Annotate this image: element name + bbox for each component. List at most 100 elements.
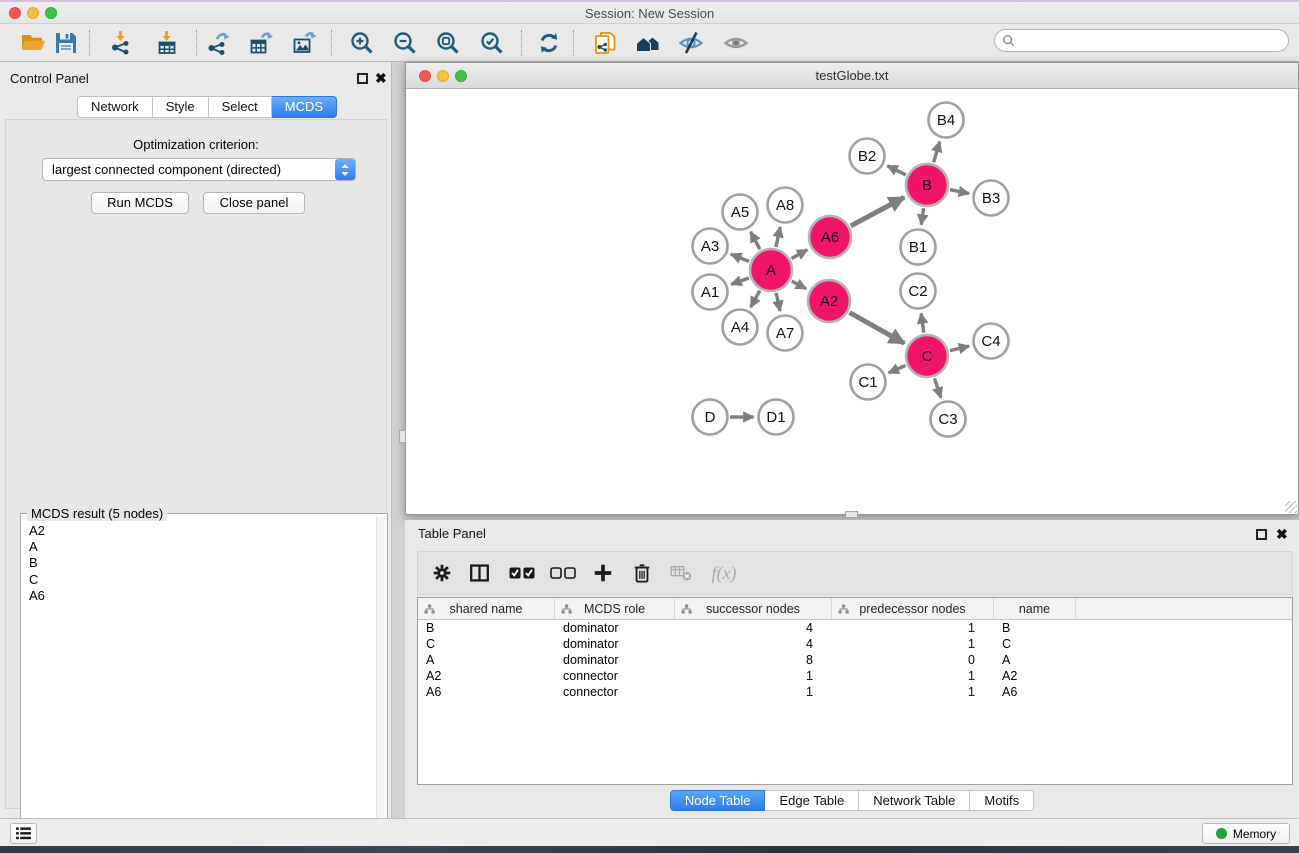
cell-MCDS-role[interactable]: dominator [555, 652, 675, 668]
edge-C-C3[interactable] [934, 378, 941, 397]
node-A5[interactable]: A5 [723, 195, 758, 230]
table-row[interactable]: Adominator80A [418, 652, 1292, 668]
tab-select[interactable]: Select [209, 96, 272, 118]
tab-network-table[interactable]: Network Table [859, 790, 970, 811]
tab-network[interactable]: Network [77, 96, 153, 118]
cell-predecessor-nodes[interactable]: 1 [832, 636, 994, 652]
edge-C-C4[interactable] [950, 346, 969, 351]
result-scrollbar[interactable] [376, 516, 385, 853]
add-column-button[interactable] [589, 558, 617, 588]
window-resize-grip[interactable] [1285, 501, 1297, 513]
edge-A-A7[interactable] [776, 293, 780, 311]
column-header-MCDS-role[interactable]: MCDS role [555, 598, 675, 619]
node-A[interactable]: A [750, 249, 792, 291]
delete-column-button[interactable] [628, 558, 656, 588]
cell-MCDS-role[interactable]: dominator [555, 620, 675, 636]
select-all-button[interactable] [506, 558, 538, 588]
cell-shared-name[interactable]: C [418, 636, 555, 652]
cell-successor-nodes[interactable]: 1 [675, 668, 832, 684]
close-panel-icon[interactable]: ✖ [375, 73, 387, 84]
edge-A-A2[interactable] [792, 281, 806, 289]
cell-successor-nodes[interactable]: 4 [675, 636, 832, 652]
mcds-result-item[interactable]: B [29, 555, 45, 571]
node-D[interactable]: D [693, 400, 728, 435]
cell-shared-name[interactable]: A2 [418, 668, 555, 684]
edge-A2-C[interactable] [850, 313, 905, 344]
cell-name[interactable]: A [994, 652, 1076, 668]
node-B[interactable]: B [906, 164, 948, 206]
mcds-result-item[interactable]: A6 [29, 588, 45, 604]
cell-MCDS-role[interactable]: connector [555, 668, 675, 684]
cell-MCDS-role[interactable]: dominator [555, 636, 675, 652]
function-builder-button-disabled[interactable]: f(x) [707, 558, 741, 588]
cell-predecessor-nodes[interactable]: 0 [832, 652, 994, 668]
cell-successor-nodes[interactable]: 4 [675, 620, 832, 636]
edge-A-A4[interactable] [751, 291, 760, 308]
cell-name[interactable]: A2 [994, 668, 1076, 684]
node-A1[interactable]: A1 [693, 275, 728, 310]
cell-predecessor-nodes[interactable]: 1 [832, 668, 994, 684]
search-input[interactable] [1015, 34, 1265, 48]
node-C3[interactable]: C3 [931, 402, 966, 437]
column-header-shared-name[interactable]: shared name [418, 598, 555, 619]
export-table-button[interactable] [243, 27, 279, 59]
cell-predecessor-nodes[interactable]: 1 [832, 620, 994, 636]
close-panel-button[interactable]: Close panel [203, 192, 305, 214]
tab-motifs[interactable]: Motifs [970, 790, 1034, 811]
memory-button[interactable]: Memory [1202, 823, 1290, 844]
edge-C-C2[interactable] [921, 313, 924, 332]
zoom-selected-button[interactable] [474, 27, 510, 59]
run-mcds-button[interactable]: Run MCDS [91, 192, 189, 214]
home-view-button[interactable] [630, 27, 666, 59]
network-window-titlebar[interactable]: testGlobe.txt [406, 63, 1298, 89]
zoom-fit-button[interactable] [430, 27, 466, 59]
task-history-button[interactable] [10, 823, 37, 844]
cell-shared-name[interactable]: A6 [418, 684, 555, 700]
table-row[interactable]: Cdominator41C [418, 636, 1292, 652]
edge-A-A1[interactable] [731, 278, 749, 284]
column-view-button[interactable] [465, 558, 493, 588]
float-table-panel-button[interactable] [1256, 529, 1267, 540]
tab-node-table[interactable]: Node Table [670, 790, 766, 811]
node-C[interactable]: C [906, 335, 948, 377]
cell-shared-name[interactable]: B [418, 620, 555, 636]
edge-C-C1[interactable] [889, 366, 906, 373]
export-network-button[interactable] [201, 27, 237, 59]
column-header-predecessor-nodes[interactable]: predecessor nodes [832, 598, 994, 619]
cell-successor-nodes[interactable]: 1 [675, 684, 832, 700]
mcds-result-item[interactable]: C [29, 572, 45, 588]
tab-mcds[interactable]: MCDS [272, 96, 337, 118]
cell-shared-name[interactable]: A [418, 652, 555, 668]
edge-B-B3[interactable] [950, 190, 969, 194]
edge-A6-B[interactable] [851, 197, 904, 226]
node-A3[interactable]: A3 [693, 229, 728, 264]
mcds-result-item[interactable]: A2 [29, 523, 45, 539]
horizontal-splitter-grip[interactable] [845, 511, 858, 518]
node-B2[interactable]: B2 [850, 139, 885, 174]
optimization-dropdown[interactable]: largest connected component (directed) [42, 158, 356, 181]
node-A8[interactable]: A8 [768, 188, 803, 223]
edge-A-A5[interactable] [751, 232, 760, 250]
deselect-all-button[interactable] [547, 558, 579, 588]
zoom-out-button[interactable] [387, 27, 423, 59]
cell-predecessor-nodes[interactable]: 1 [832, 684, 994, 700]
cell-name[interactable]: C [994, 636, 1076, 652]
column-header-successor-nodes[interactable]: successor nodes [675, 598, 832, 619]
node-B1[interactable]: B1 [901, 230, 936, 265]
cell-name[interactable]: A6 [994, 684, 1076, 700]
cell-successor-nodes[interactable]: 8 [675, 652, 832, 668]
node-A7[interactable]: A7 [768, 316, 803, 351]
mcds-result-item[interactable]: A [29, 539, 45, 555]
vertical-splitter-grip[interactable] [399, 430, 406, 443]
delete-table-button-disabled[interactable] [667, 558, 695, 588]
float-panel-button[interactable] [357, 73, 368, 84]
edge-B-B4[interactable] [934, 142, 940, 163]
import-network-button[interactable] [103, 27, 139, 59]
node-A2[interactable]: A2 [808, 280, 850, 322]
edge-A-A3[interactable] [731, 254, 749, 261]
cell-name[interactable]: B [994, 620, 1076, 636]
clone-network-button[interactable] [587, 27, 623, 59]
table-row[interactable]: A2connector11A2 [418, 668, 1292, 684]
tab-style[interactable]: Style [153, 96, 209, 118]
node-C1[interactable]: C1 [851, 365, 886, 400]
